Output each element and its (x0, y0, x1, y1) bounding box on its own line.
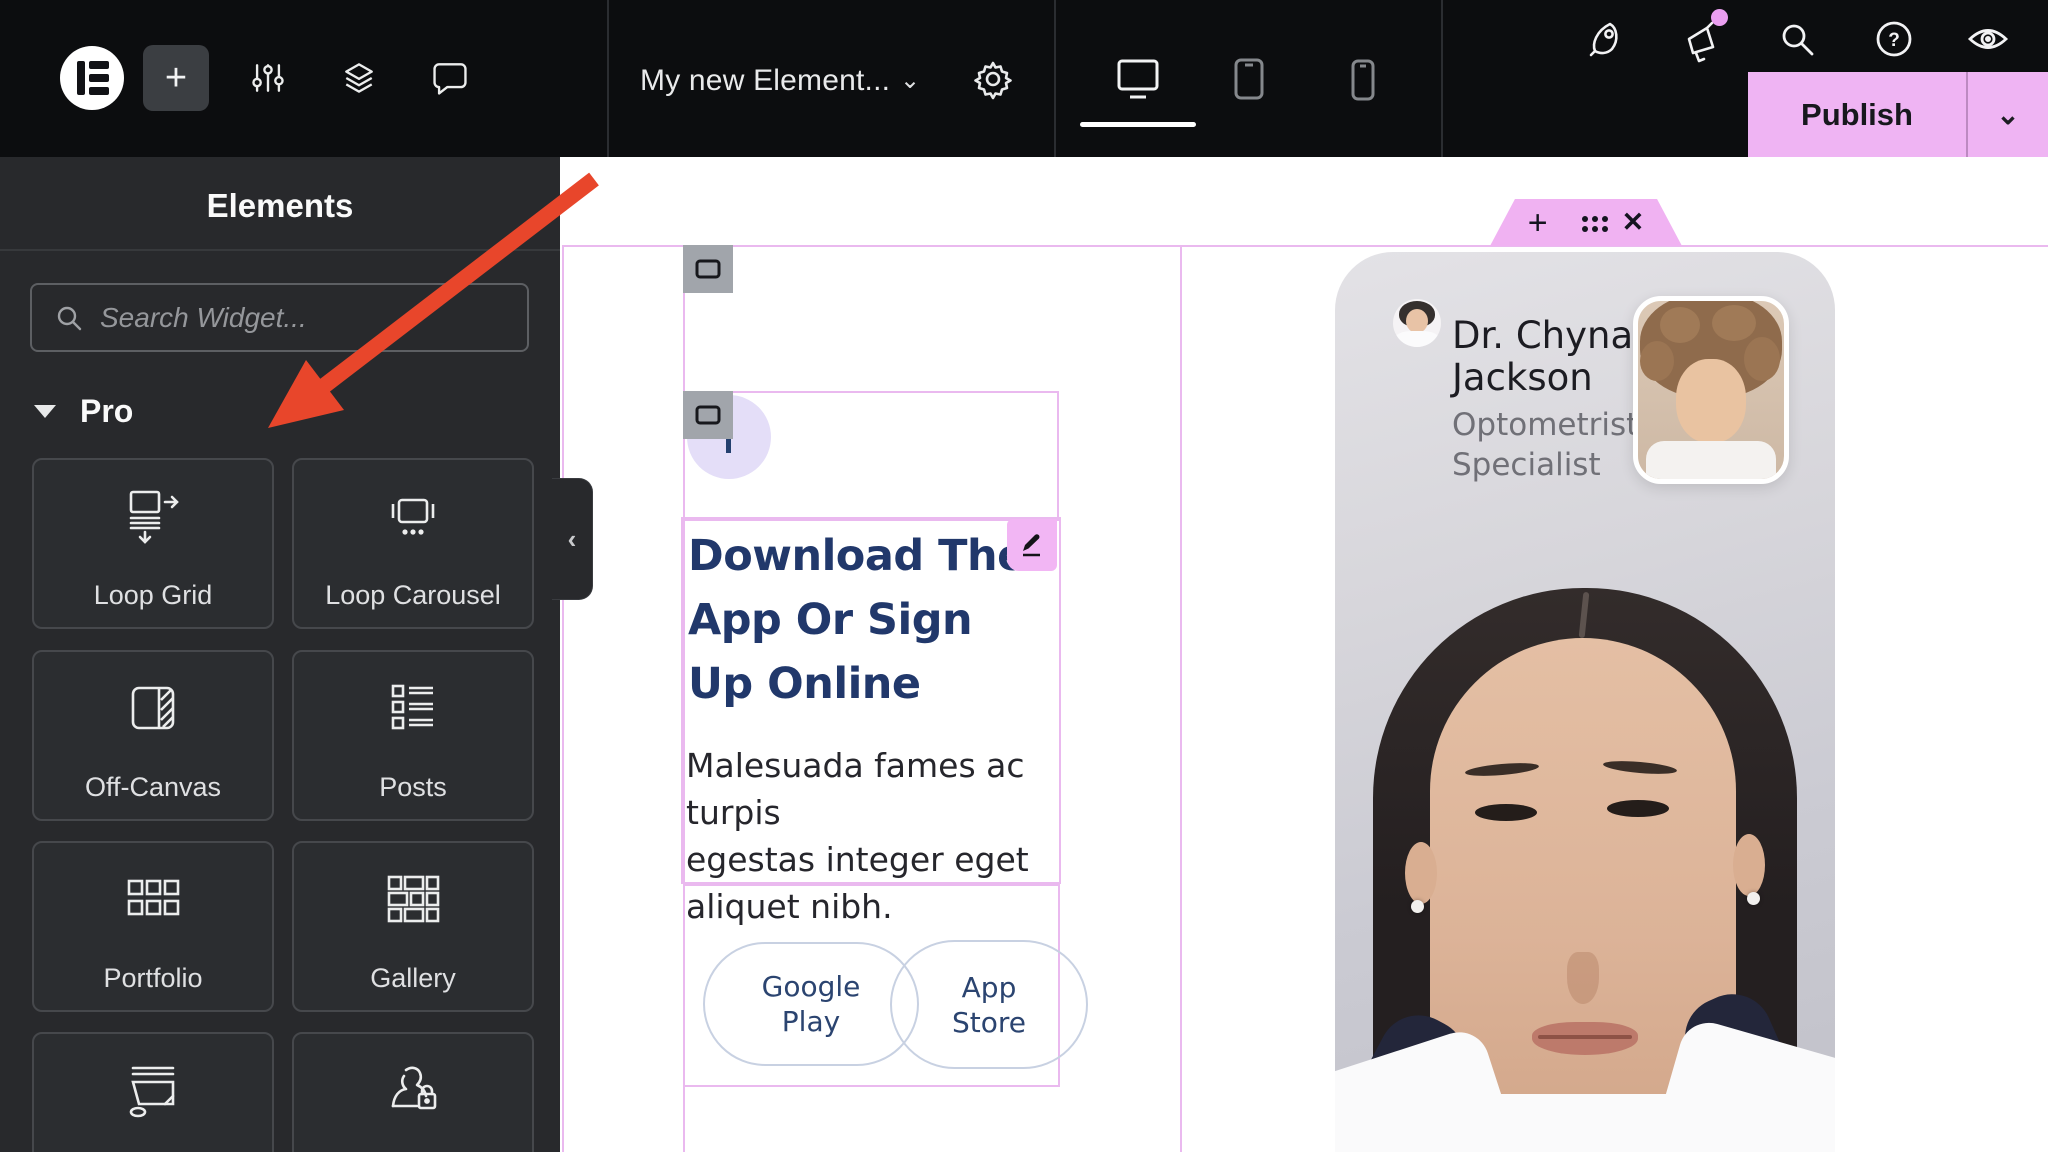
page-heading[interactable]: Download The App Or Sign Up Online (688, 524, 1060, 716)
login-icon (391, 1066, 437, 1110)
container-drag-handle[interactable] (683, 391, 733, 439)
button-label: Google (761, 970, 861, 1003)
widget-search[interactable] (30, 283, 529, 352)
posts-icon (391, 684, 433, 730)
widget-label: Loop Grid (93, 580, 213, 610)
doctor-role: Optometrist Specialist (1452, 407, 1639, 483)
paragraph-line: egestas integer eget (686, 840, 1029, 879)
button-label: App (961, 970, 1017, 1004)
section-left-border (562, 245, 564, 1152)
widget-card-form[interactable]: Form (32, 1032, 274, 1152)
pro-section-label: Pro (80, 393, 134, 429)
heading-line: Download The (688, 531, 1026, 581)
delete-container-icon[interactable]: ✕ (1622, 209, 1645, 236)
off-canvas-icon (131, 686, 175, 730)
site-settings-icon[interactable] (248, 58, 288, 98)
finder-search-icon[interactable] (1776, 18, 1818, 60)
gallery-icon (387, 875, 440, 923)
preview-eye-icon[interactable] (1966, 20, 2010, 58)
document-switcher-chevron-icon[interactable]: ⌄ (900, 66, 920, 95)
page-paragraph[interactable]: Malesuada fames ac turpis egestas intege… (686, 742, 1066, 930)
paragraph-line: aliquet nibh. (686, 887, 893, 926)
panel-divider (0, 249, 560, 251)
topbar-divider (1054, 0, 1056, 157)
search-input[interactable] (98, 300, 527, 335)
editor-canvas[interactable]: Download The App Or Sign Up Online Males… (560, 157, 2048, 1152)
document-title[interactable]: My new Element... (640, 64, 890, 98)
doctor-name: Dr. Chyna Jackson (1452, 314, 1634, 399)
column-divider-border (1180, 245, 1182, 1152)
section-top-border (562, 245, 2048, 247)
add-container-icon[interactable]: + (1528, 206, 1548, 240)
button-label: Play (781, 1005, 841, 1038)
help-icon[interactable]: ? (1873, 18, 1915, 60)
structure-layers-icon[interactable] (339, 58, 379, 98)
active-device-underline (1080, 122, 1196, 127)
notification-dot (1711, 9, 1728, 26)
launchpad-rocket-icon[interactable] (1586, 18, 1628, 60)
doctor-avatar (1393, 299, 1441, 347)
edit-widget-badge[interactable] (1007, 519, 1057, 571)
whats-new-megaphone-icon[interactable] (1682, 20, 1724, 64)
tablet-device-icon[interactable] (1228, 57, 1270, 101)
drag-handle-dots-icon[interactable] (1581, 215, 1588, 222)
pro-section-header[interactable]: Pro (34, 393, 133, 430)
loop-carousel-icon (391, 498, 435, 535)
publish-options-chevron-icon[interactable]: ⌄ (1968, 98, 2048, 131)
portfolio-icon (127, 879, 180, 916)
panel-collapse-handle[interactable]: ‹ (552, 478, 593, 600)
panel-title: Elements (206, 187, 354, 224)
publish-button-group: Publish ⌄ (1748, 72, 2048, 157)
widget-card-off-canvas[interactable]: Off-Canvas (32, 650, 274, 821)
svg-text:?: ? (1888, 30, 1900, 51)
widget-label: Loop Carousel (325, 580, 501, 610)
patient-photo (1633, 296, 1789, 484)
publish-button[interactable]: Publish (1748, 97, 1966, 133)
widget-label: Posts (379, 772, 447, 802)
topbar-divider (607, 0, 609, 157)
heading-line: Up Online (688, 659, 921, 709)
desktop-device-icon[interactable] (1114, 56, 1162, 102)
elementor-editor: + My new Element... ⌄ ? Publish ⌄ Elemen… (0, 0, 2048, 1152)
widget-card-gallery[interactable]: Gallery (292, 841, 534, 1012)
button-label: Store (951, 1005, 1026, 1039)
widget-card-loop-carousel[interactable]: Loop Carousel (292, 458, 534, 629)
widget-card-portfolio[interactable]: Portfolio (32, 841, 274, 1012)
widget-card-login[interactable]: Login (292, 1032, 534, 1152)
form-icon (129, 1066, 175, 1118)
widget-card-posts[interactable]: Posts (292, 650, 534, 821)
widget-card-loop-grid[interactable]: Loop Grid (32, 458, 274, 629)
widget-label: Portfolio (103, 963, 203, 993)
mobile-device-icon[interactable] (1345, 59, 1381, 101)
topbar-divider (1441, 0, 1443, 157)
widget-label: Off-Canvas (84, 772, 222, 802)
collapse-caret-icon (34, 405, 56, 418)
paragraph-line: Malesuada fames ac turpis (686, 746, 1025, 832)
google-play-button[interactable]: Google Play (703, 942, 919, 1066)
elementor-logo-icon (77, 61, 109, 95)
app-store-button[interactable]: App Store (890, 940, 1088, 1069)
pencil-edit-icon (1023, 534, 1040, 557)
loop-grid-icon (129, 490, 179, 544)
phone-mockup[interactable]: Dr. Chyna Jackson Optometrist Specialist (1335, 252, 1835, 1152)
text-cursor-mark (726, 437, 731, 453)
notes-comment-icon[interactable] (430, 58, 470, 98)
element-toolbar: + ✕ (1490, 199, 1682, 246)
add-element-button[interactable]: + (143, 45, 209, 111)
elements-panel: Elements Pro Loop (0, 157, 560, 1152)
top-bar: + My new Element... ⌄ ? Publish ⌄ (0, 0, 2048, 157)
heading-line: App Or Sign (688, 595, 973, 645)
container-drag-handle[interactable] (683, 245, 733, 293)
search-icon (57, 306, 82, 330)
elementor-logo[interactable] (60, 46, 124, 110)
page-settings-gear-icon[interactable] (972, 58, 1014, 100)
widget-label: Gallery (370, 963, 456, 993)
